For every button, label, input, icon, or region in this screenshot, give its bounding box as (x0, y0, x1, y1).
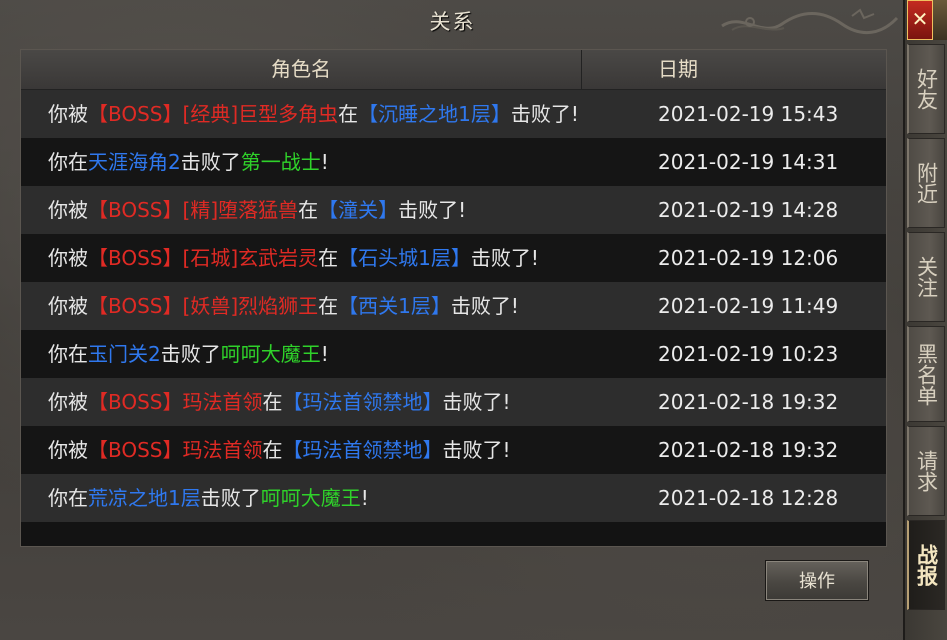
close-button[interactable]: ✕ (907, 0, 933, 40)
report-message: 你在天涯海角2击败了第一战士! (48, 138, 329, 186)
action-button[interactable]: 操作 (765, 560, 869, 601)
message-text: 你在 (48, 150, 88, 174)
tab-follow[interactable]: 关注 (907, 232, 945, 322)
message-text: 击败了! (470, 246, 539, 270)
corner-ornament (933, 0, 947, 40)
table-row[interactable]: 你被【BOSS】玛法首领在【玛法首领禁地】击败了! 2021-02-18 19:3… (21, 378, 886, 426)
location-name[interactable]: 【潼关】 (318, 198, 398, 222)
enemy-name: 玛法首领 (182, 438, 263, 462)
report-date: 2021-02-19 10:23 (658, 342, 839, 366)
message-text: 你在 (48, 486, 88, 510)
report-date: 2021-02-19 11:49 (658, 294, 839, 318)
message-text: ! (360, 486, 369, 510)
message-text: 在 (262, 438, 283, 462)
message-text: 击败了 (160, 342, 221, 366)
report-message: 你被【BOSS】玛法首领在【玛法首领禁地】击败了! (48, 426, 511, 474)
player-name[interactable]: 呵呵大魔王 (221, 342, 321, 366)
table-row[interactable]: 你在荒凉之地1层击败了呵呵大魔王! 2021-02-18 12:28 (21, 474, 886, 522)
report-message: 你被【BOSS】[精]堕落猛兽在【潼关】击败了! (48, 186, 466, 234)
enemy-name: 【BOSS】 (88, 102, 183, 126)
enemy-name: 【BOSS】 (88, 246, 183, 270)
table-row[interactable]: 你被【BOSS】[经典]巨型多角虫在【沉睡之地1层】击败了! 2021-02-19… (21, 90, 886, 138)
report-message: 你在荒凉之地1层击败了呵呵大魔王! (48, 474, 369, 522)
column-header-date[interactable]: 日期 (582, 50, 886, 89)
message-text: 击败了! (450, 294, 519, 318)
table-row[interactable]: 你被【BOSS】[妖兽]烈焰狮王在【西关1层】击败了! 2021-02-19 11… (21, 282, 886, 330)
table-row[interactable]: 你在天涯海角2击败了第一战士! 2021-02-19 14:31 (21, 138, 886, 186)
report-date: 2021-02-18 12:28 (658, 486, 839, 510)
tab-friends[interactable]: 好友 (907, 44, 945, 134)
location-name[interactable]: 【石头城1层】 (338, 246, 471, 270)
report-date: 2021-02-19 14:28 (658, 198, 839, 222)
location-name[interactable]: 【玛法首领禁地】 (283, 438, 443, 462)
message-text: ! (320, 342, 329, 366)
message-text: 你被 (48, 246, 88, 270)
enemy-name: 【BOSS】 (88, 438, 183, 462)
report-message: 你被【BOSS】[石城]玄武岩灵在【石头城1层】击败了! (48, 234, 539, 282)
report-message: 你被【BOSS】[妖兽]烈焰狮王在【西关1层】击败了! (48, 282, 519, 330)
table-row[interactable]: 你被【BOSS】玛法首领在【玛法首领禁地】击败了! 2021-02-18 19:3… (21, 426, 886, 474)
enemy-name: [精]堕落猛兽 (182, 198, 299, 222)
message-text: ! (320, 150, 329, 174)
player-name[interactable]: 呵呵大魔王 (261, 486, 361, 510)
battle-report-table: 角色名 日期 你被【BOSS】[经典]巨型多角虫在【沉睡之地1层】击败了! 202… (20, 49, 887, 547)
relations-window: 关系 角色名 日期 你被【BOSS】[经典]巨型多角虫在【沉睡之地1层】击败了!… (0, 0, 905, 640)
message-text: 击败了! (398, 198, 467, 222)
table-header: 角色名 日期 (21, 50, 886, 90)
enemy-name: [石城]玄武岩灵 (182, 246, 319, 270)
message-text: 在 (318, 294, 339, 318)
location-name[interactable]: 【沉睡之地1层】 (358, 102, 511, 126)
message-text: 你被 (48, 390, 88, 414)
report-date: 2021-02-19 12:06 (658, 246, 839, 270)
message-text: 在 (318, 246, 339, 270)
column-header-name[interactable]: 角色名 (21, 50, 582, 89)
report-date: 2021-02-19 14:31 (658, 150, 839, 174)
message-text: 在 (338, 102, 359, 126)
table-row[interactable]: 你在玉门关2击败了呵呵大魔王! 2021-02-19 10:23 (21, 330, 886, 378)
message-text: 你被 (48, 198, 88, 222)
enemy-name: 【BOSS】 (88, 390, 183, 414)
message-text: 击败了 (180, 150, 241, 174)
report-date: 2021-02-18 19:32 (658, 438, 839, 462)
message-text: 你被 (48, 102, 88, 126)
enemy-name: 玛法首领 (182, 390, 263, 414)
message-text: 在 (298, 198, 319, 222)
message-text: 你被 (48, 294, 88, 318)
report-message: 你在玉门关2击败了呵呵大魔王! (48, 330, 329, 378)
message-text: 击败了! (510, 102, 579, 126)
report-message: 你被【BOSS】[经典]巨型多角虫在【沉睡之地1层】击败了! (48, 90, 579, 138)
dragon-ornament-icon (721, 8, 899, 35)
message-text: 你在 (48, 342, 88, 366)
report-date: 2021-02-19 15:43 (658, 102, 839, 126)
table-row[interactable]: 你被【BOSS】[精]堕落猛兽在【潼关】击败了! 2021-02-19 14:28 (21, 186, 886, 234)
enemy-name: 【BOSS】 (88, 198, 183, 222)
message-text: 击败了! (442, 390, 511, 414)
location-name[interactable]: 荒凉之地1层 (88, 486, 201, 510)
message-text: 击败了! (442, 438, 511, 462)
tab-battle-report[interactable]: 战报 (907, 520, 945, 610)
location-name[interactable]: 天涯海角2 (88, 150, 181, 174)
message-text: 在 (262, 390, 283, 414)
enemy-name: [经典]巨型多角虫 (182, 102, 339, 126)
report-message: 你被【BOSS】玛法首领在【玛法首领禁地】击败了! (48, 378, 511, 426)
report-date: 2021-02-18 19:32 (658, 390, 839, 414)
table-row[interactable]: 你被【BOSS】[石城]玄武岩灵在【石头城1层】击败了! 2021-02-19 1… (21, 234, 886, 282)
location-name[interactable]: 玉门关2 (88, 342, 161, 366)
player-name[interactable]: 第一战士 (241, 150, 321, 174)
tab-blacklist[interactable]: 黑名单 (907, 326, 945, 422)
message-text: 你被 (48, 438, 88, 462)
message-text: 击败了 (200, 486, 261, 510)
enemy-name: [妖兽]烈焰狮王 (182, 294, 319, 318)
tab-requests[interactable]: 请求 (907, 426, 945, 516)
location-name[interactable]: 【玛法首领禁地】 (283, 390, 443, 414)
enemy-name: 【BOSS】 (88, 294, 183, 318)
location-name[interactable]: 【西关1层】 (338, 294, 451, 318)
tab-nearby[interactable]: 附近 (907, 138, 945, 228)
